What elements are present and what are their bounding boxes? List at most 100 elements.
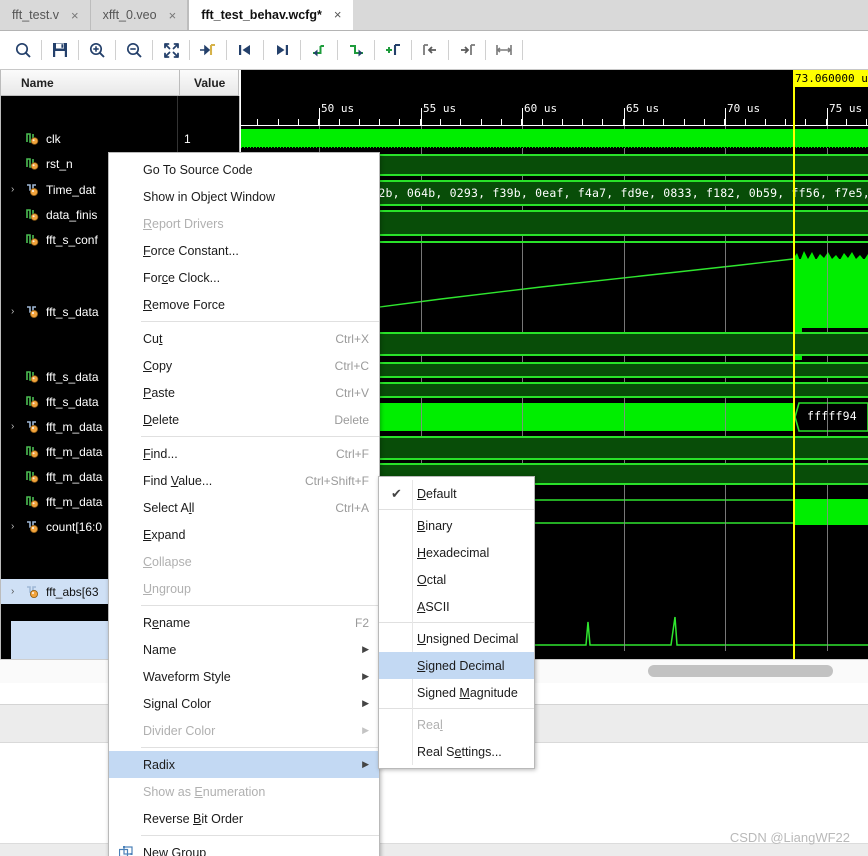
menu-item-name[interactable]: Name ▶ [109, 636, 379, 663]
menu-item-reverse-bit-order[interactable]: Reverse Bit Order [109, 805, 379, 832]
tab-close-icon[interactable]: × [69, 8, 81, 23]
menu-item-force-constant[interactable]: Force Constant... [109, 237, 379, 264]
save-icon[interactable] [45, 35, 75, 65]
ruler-minor-tick [684, 119, 685, 126]
marker-left-icon[interactable] [415, 35, 445, 65]
menu-item-find-value[interactable]: Find Value... Ctrl+Shift+F [109, 467, 379, 494]
menu-item-copy[interactable]: Copy Ctrl+C [109, 352, 379, 379]
radix-item-real-settings[interactable]: Real Settings... [379, 738, 534, 765]
chevron-right-icon[interactable]: › [11, 421, 24, 432]
menu-item-cut[interactable]: Cut Ctrl+X [109, 325, 379, 352]
tab-1[interactable]: xfft_0.veo × [90, 0, 189, 30]
previous-transition-icon[interactable] [230, 35, 260, 65]
menu-item-delete[interactable]: Delete Delete [109, 406, 379, 433]
marker-right-icon[interactable] [452, 35, 482, 65]
menu-item-label: Collapse [143, 554, 192, 569]
menu-item-label: Report Drivers [143, 216, 224, 231]
chevron-right-icon[interactable]: › [11, 306, 24, 317]
menu-item-waveform-style[interactable]: Waveform Style ▶ [109, 663, 379, 690]
goto-cursor-icon[interactable] [193, 35, 223, 65]
signal-row-0[interactable]: clk [1, 126, 177, 151]
menu-item-label: Signal Color [143, 696, 212, 711]
ruler-minor-tick [805, 119, 806, 126]
ruler-minor-tick [481, 119, 482, 126]
menu-item-new-group[interactable]: New Group [109, 839, 379, 856]
add-marker-icon[interactable] [378, 35, 408, 65]
menu-item-go-to-source-code[interactable]: Go To Source Code [109, 156, 379, 183]
wave-logic-icon [24, 370, 42, 383]
ruler-minor-tick [359, 119, 360, 126]
toolbar-separator [78, 40, 79, 60]
toolbar-separator [337, 40, 338, 60]
radix-item-signed-decimal[interactable]: Signed Decimal [379, 652, 534, 679]
menu-item-label: Show in Object Window [143, 189, 276, 204]
wave-bus-icon [24, 420, 42, 433]
radix-item-label: Hexadecimal [417, 545, 490, 560]
previous-marker-icon[interactable] [304, 35, 334, 65]
signal-name-label: rst_n [46, 156, 73, 171]
time-ruler[interactable]: 50 us 55 us 60 us 65 us 70 us 75 us [241, 70, 868, 126]
menu-item-shortcut: Ctrl+C [334, 358, 369, 373]
menu-item-label: Divider Color [143, 723, 216, 738]
menu-item-force-clock[interactable]: Force Clock... [109, 264, 379, 291]
wave-logic-icon [24, 233, 42, 246]
radix-item-hexadecimal[interactable]: Hexadecimal [379, 539, 534, 566]
chevron-right-icon[interactable]: › [11, 521, 24, 532]
ruler-minor-tick [866, 119, 867, 126]
zoom-in-icon[interactable] [82, 35, 112, 65]
radix-item-unsigned-decimal[interactable]: Unsigned Decimal [379, 625, 534, 652]
menu-item-rename[interactable]: Rename F2 [109, 609, 379, 636]
toolbar-separator [448, 40, 449, 60]
menu-item-remove-force[interactable]: Remove Force [109, 291, 379, 318]
radix-item-ascii[interactable]: ASCII [379, 593, 534, 620]
chevron-right-icon[interactable]: › [11, 184, 24, 195]
time-cursor-line[interactable] [793, 70, 795, 659]
search-icon[interactable] [8, 35, 38, 65]
radix-submenu[interactable]: ✔ Default Binary Hexadecimal Octal ASCII Unsig… [378, 476, 535, 769]
signal-context-menu[interactable]: Go To Source Code Show in Object Window Re… [108, 152, 380, 856]
tab-0[interactable]: fft_test.v × [0, 0, 91, 30]
radix-item-binary[interactable]: Binary [379, 512, 534, 539]
zoom-fit-icon[interactable] [156, 35, 186, 65]
menu-item-find[interactable]: Find... Ctrl+F [109, 440, 379, 467]
column-header-name[interactable]: Name [0, 70, 180, 96]
menu-item-radix[interactable]: Radix ▶ [109, 751, 379, 778]
radix-item-default[interactable]: ✔ Default [379, 480, 534, 507]
measure-icon[interactable] [489, 35, 519, 65]
toolbar-separator [152, 40, 153, 60]
menu-item-select-all[interactable]: Select All Ctrl+A [109, 494, 379, 521]
menu-item-shortcut: Ctrl+X [335, 331, 369, 346]
ruler-minor-tick [440, 119, 441, 126]
column-header-value[interactable]: Value [179, 70, 239, 96]
radix-item-signed-magnitude[interactable]: Signed Magnitude [379, 679, 534, 706]
zoom-out-icon[interactable] [119, 35, 149, 65]
tab-close-icon[interactable]: × [167, 8, 179, 23]
tab-close-icon[interactable]: × [332, 7, 344, 22]
menu-item-expand[interactable]: Expand [109, 521, 379, 548]
menu-item-signal-color[interactable]: Signal Color ▶ [109, 690, 379, 717]
vivado-waveform-window: fft_test.v × xfft_0.veo × fft_test_behav.wcf… [0, 0, 868, 856]
horizontal-scrollbar-thumb[interactable] [648, 665, 833, 677]
menu-item-divider-color: Divider Color ▶ [109, 717, 379, 744]
menu-item-shortcut: Ctrl+F [336, 446, 369, 461]
selected-row-highlight [11, 621, 111, 659]
ruler-minor-tick [745, 119, 746, 126]
radix-item-octal[interactable]: Octal [379, 566, 534, 593]
menu-item-collapse: Collapse [109, 548, 379, 575]
menu-item-paste[interactable]: Paste Ctrl+V [109, 379, 379, 406]
next-transition-icon[interactable] [267, 35, 297, 65]
menu-item-label: Name [143, 642, 177, 657]
tab-2[interactable]: fft_test_behav.wcfg* × [188, 0, 354, 30]
ruler-minor-tick [785, 119, 786, 126]
radix-item-label: Real Settings... [417, 744, 502, 759]
toolbar-separator [263, 40, 264, 60]
toolbar-separator [411, 40, 412, 60]
menu-item-label: Show as Enumeration [143, 784, 266, 799]
chevron-right-icon[interactable]: › [11, 586, 24, 597]
next-marker-icon[interactable] [341, 35, 371, 65]
menu-item-show-in-object-window[interactable]: Show in Object Window [109, 183, 379, 210]
ruler-minor-tick [602, 119, 603, 126]
ruler-tick-label: 50 us [321, 102, 355, 115]
menu-item-label: Find... [143, 446, 178, 461]
menu-item-ungroup: Ungroup [109, 575, 379, 602]
